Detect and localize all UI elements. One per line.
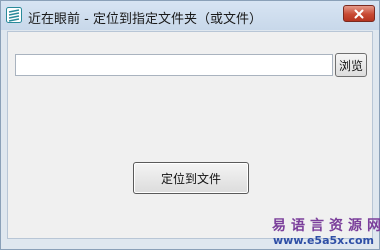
app-window: 近在眼前 - 定位到指定文件夹（或文件） 浏览 定位到文件 易语言资源网 www…: [0, 0, 380, 250]
close-icon: [354, 9, 364, 18]
title-bar[interactable]: 近在眼前 - 定位到指定文件夹（或文件）: [1, 1, 379, 30]
watermark-site-name: 易语言资源网: [272, 218, 380, 234]
app-logo-icon: [6, 7, 22, 23]
browse-button[interactable]: 浏览: [335, 53, 367, 77]
path-input[interactable]: [15, 54, 333, 76]
close-button[interactable]: [343, 5, 375, 22]
client-area: 浏览 定位到文件: [7, 31, 373, 239]
locate-to-file-button[interactable]: 定位到文件: [133, 162, 249, 194]
watermark-url: www.e5a5x.com: [273, 234, 374, 247]
window-title: 近在眼前 - 定位到指定文件夹（或文件）: [28, 12, 262, 27]
